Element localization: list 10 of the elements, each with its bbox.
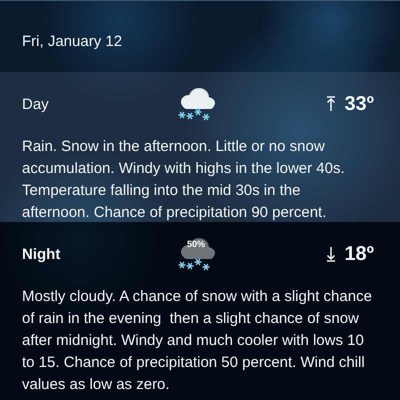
arrow-down-icon <box>326 246 336 262</box>
forecast-description: Rain. Snow in the afternoon. Little or no snow accumulation. Windy with highs in the lower 40s. Temperature falling into the mid 30s in the afternoon. Chance of precipitation 90 percent. <box>22 137 346 223</box>
date-heading: Fri, January 12 <box>22 33 122 50</box>
temperature: 33º <box>344 92 374 116</box>
period-label: Night <box>22 246 62 262</box>
precipitation-label: 50% <box>187 239 206 249</box>
arrow-up-icon <box>326 96 336 112</box>
period-label: Day <box>22 96 50 112</box>
forecast-description: Mostly cloudy. A chance of snow with a slight chance of rain in the evening then a slight chance of snow after midnight. Windy and much cooler with lows 10 to 15. Chance of precipitation 50 percent. Wind chill values as low as zero. <box>22 287 373 395</box>
temperature: 18º <box>344 242 374 266</box>
